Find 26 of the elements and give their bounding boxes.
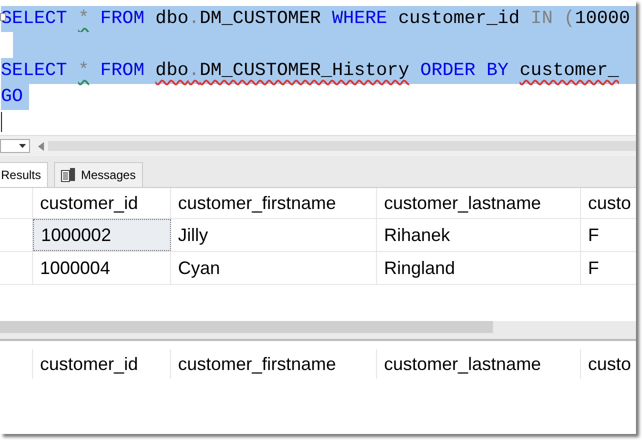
table-cell: 1000002 [33, 219, 171, 251]
zoom-dropdown[interactable] [0, 139, 30, 153]
table-cell: Jilly [171, 219, 377, 251]
column-header[interactable]: custo [581, 188, 636, 218]
scrollbar[interactable] [48, 141, 636, 151]
table-cell: Rihanek [377, 219, 581, 251]
document-icon [61, 168, 76, 182]
table-cell: Ringland [377, 252, 581, 284]
column-header[interactable]: customer_id [33, 349, 171, 379]
caret-icon [19, 144, 26, 148]
column-header[interactable]: customer_firstname [171, 349, 377, 379]
text-cursor [0, 112, 2, 132]
column-header[interactable]: customer_lastname [377, 188, 581, 218]
column-header[interactable]: custo [581, 349, 636, 379]
scrollbar[interactable] [0, 321, 636, 341]
column-header[interactable]: customer_lastname [377, 349, 581, 379]
tab[interactable]: Results [0, 162, 48, 187]
column-header[interactable]: customer_firstname [171, 188, 377, 218]
table-cell: 1000004 [33, 252, 171, 284]
column-header[interactable]: customer_id [33, 188, 171, 218]
scroll-left-icon[interactable] [38, 142, 44, 150]
table-cell: F [581, 219, 636, 251]
table-cell: Cyan [171, 252, 377, 284]
table-cell: F [581, 252, 636, 284]
tab[interactable]: Messages [54, 162, 143, 187]
collapse-icon[interactable] [0, 13, 6, 21]
